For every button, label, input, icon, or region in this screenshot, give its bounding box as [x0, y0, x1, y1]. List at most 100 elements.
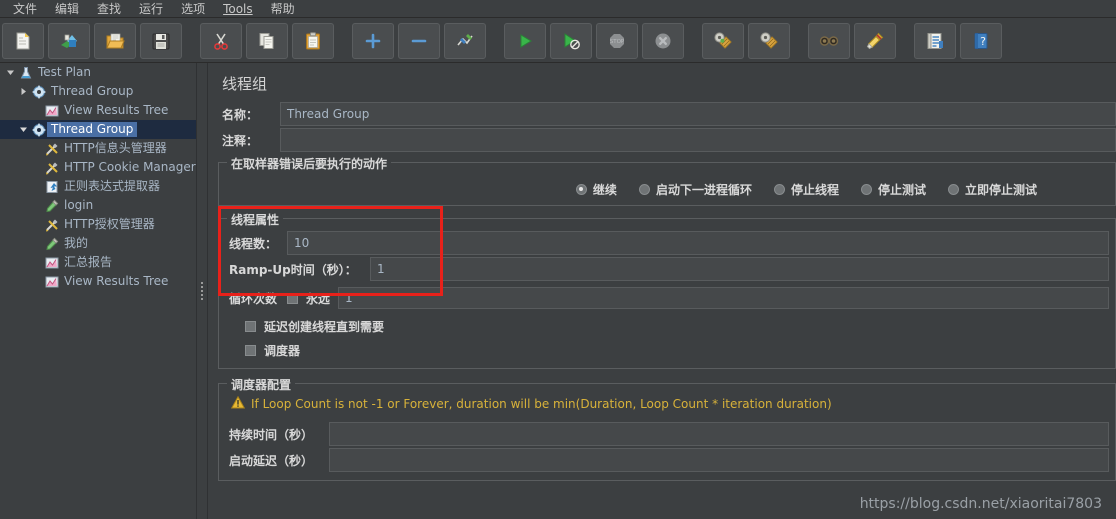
menu-item-search[interactable]: 查找: [88, 0, 130, 18]
toolbar-separator: [898, 40, 912, 41]
radio-dot-icon: [947, 183, 959, 195]
stop-icon: STOP: [607, 31, 627, 51]
scheduler-warning: If Loop Count is not -1 or Forever, dura…: [225, 390, 1109, 416]
rampup-input[interactable]: 1: [370, 257, 1109, 281]
clear-all-button[interactable]: [748, 22, 790, 59]
tree-node-label: HTTP信息头管理器: [64, 141, 167, 155]
header-manager-icon: [43, 158, 60, 177]
radio-start-next-loop[interactable]: 启动下一进程循环: [638, 181, 752, 198]
tree-node-label: Test Plan: [38, 65, 91, 79]
thread-group-panel: 线程组 名称： Thread Group 注释： 在取样器错误后要执行的动作 继…: [209, 63, 1116, 519]
menu-item-run[interactable]: 运行: [130, 0, 172, 18]
start-no-pauses-button[interactable]: [550, 22, 592, 59]
svg-text:?: ?: [980, 35, 986, 48]
collapse-button[interactable]: [398, 22, 440, 59]
tree-node-regex-extractor[interactable]: 正则表达式提取器: [0, 177, 196, 196]
menu-item-edit[interactable]: 编辑: [46, 0, 88, 18]
menu-bar: 文件 编辑 查找 运行 选项 Tools 帮助: [0, 0, 1116, 18]
loop-count-input[interactable]: 1: [338, 287, 1109, 309]
tree-node-mine[interactable]: 我的: [0, 234, 196, 253]
toolbar-group-run: STOP: [502, 22, 686, 59]
header-manager-icon: [43, 215, 60, 234]
tree-node-summary-report[interactable]: 汇总报告: [0, 253, 196, 272]
radio-stop-test-now[interactable]: 立即停止测试: [947, 181, 1037, 198]
reset-search-button[interactable]: [854, 22, 896, 59]
toggle-icon: [455, 31, 475, 51]
radio-stop-test[interactable]: 停止测试: [860, 181, 926, 198]
scheduler-row[interactable]: 调度器: [225, 338, 1109, 362]
rampup-label: Ramp-Up时间（秒）：: [229, 262, 357, 277]
toolbar-separator: [184, 40, 198, 41]
comment-label: 注释：: [222, 133, 259, 148]
forever-checkbox[interactable]: [287, 292, 299, 304]
comment-input[interactable]: [280, 128, 1116, 152]
name-label: 名称：: [222, 107, 259, 122]
clear-button[interactable]: [702, 22, 744, 59]
chevron-right-icon[interactable]: [17, 82, 30, 101]
tree-node-http-cookie-manager[interactable]: HTTP Cookie Manager: [0, 158, 196, 177]
forever-label: 永远: [306, 291, 331, 306]
tree-node-view-results-tree-1[interactable]: View Results Tree: [0, 101, 196, 120]
new-button[interactable]: [2, 22, 44, 59]
paste-icon: [303, 31, 323, 51]
menu-item-tools[interactable]: Tools: [214, 1, 262, 17]
menu-item-file[interactable]: 文件: [4, 0, 46, 18]
expand-button[interactable]: [352, 22, 394, 59]
shutdown-button[interactable]: [642, 22, 684, 59]
page-title: 线程组: [222, 75, 268, 93]
tree-node-test-plan[interactable]: Test Plan: [0, 63, 196, 82]
toolbar-group-tree: [350, 22, 488, 59]
delay-create-label: 延迟创建线程直到需要: [264, 319, 385, 334]
tree-node-thread-group-1[interactable]: Thread Group: [0, 82, 196, 101]
test-plan-tree[interactable]: Test Plan Thread Group View Results Tree…: [0, 63, 196, 519]
scheduler-checkbox[interactable]: [245, 344, 256, 356]
start-button[interactable]: [504, 22, 546, 59]
thread-group-icon: [30, 82, 47, 101]
test-plan-icon: [17, 63, 34, 82]
post-processor-icon: [43, 177, 60, 196]
log-viewer-button[interactable]: [914, 22, 956, 59]
cut-button[interactable]: [200, 22, 242, 59]
toolbar-separator: [686, 40, 700, 41]
menu-item-help[interactable]: 帮助: [262, 0, 304, 18]
radio-dot-icon: [638, 183, 650, 195]
copy-button[interactable]: [246, 22, 288, 59]
chevron-down-icon[interactable]: [17, 120, 30, 139]
delay-create-row[interactable]: 延迟创建线程直到需要: [225, 314, 1109, 338]
tree-node-thread-group-2[interactable]: Thread Group: [0, 120, 196, 139]
split-pane-divider[interactable]: [196, 63, 208, 519]
search-button[interactable]: [808, 22, 850, 59]
paste-button[interactable]: [292, 22, 334, 59]
loop-count-row: 循环次数 永远 1: [225, 286, 1109, 310]
threads-input[interactable]: 10: [287, 231, 1109, 255]
toolbar-group-file: [0, 22, 184, 59]
open-button[interactable]: [94, 22, 136, 59]
menu-item-options[interactable]: 选项: [172, 0, 214, 18]
templates-button[interactable]: [48, 22, 90, 59]
threads-label: 线程数：: [229, 236, 278, 251]
radio-stop-thread[interactable]: 停止线程: [773, 181, 839, 198]
radio-label: 继续: [592, 182, 617, 197]
name-input[interactable]: Thread Group: [280, 102, 1116, 126]
save-button[interactable]: [140, 22, 182, 59]
startup-delay-input[interactable]: [329, 448, 1109, 472]
tree-node-view-results-tree-2[interactable]: View Results Tree: [0, 272, 196, 291]
tree-node-http-header-manager[interactable]: HTTP信息头管理器: [0, 139, 196, 158]
tree-node-http-auth-manager[interactable]: HTTP授权管理器: [0, 215, 196, 234]
startup-delay-label: 启动延迟（秒）: [229, 453, 314, 468]
radio-continue[interactable]: 继续: [575, 181, 617, 198]
drag-grip-icon: [200, 280, 204, 302]
tree-node-login[interactable]: login: [0, 196, 196, 215]
rampup-row: Ramp-Up时间（秒）： 1: [225, 257, 1109, 281]
chevron-down-icon[interactable]: [4, 63, 17, 82]
help-button[interactable]: ?: [960, 22, 1002, 59]
duration-input[interactable]: [329, 422, 1109, 446]
results-tree-icon: [43, 272, 60, 291]
delay-create-checkbox[interactable]: [245, 320, 256, 332]
toggle-button[interactable]: [444, 22, 486, 59]
stop-button[interactable]: STOP: [596, 22, 638, 59]
